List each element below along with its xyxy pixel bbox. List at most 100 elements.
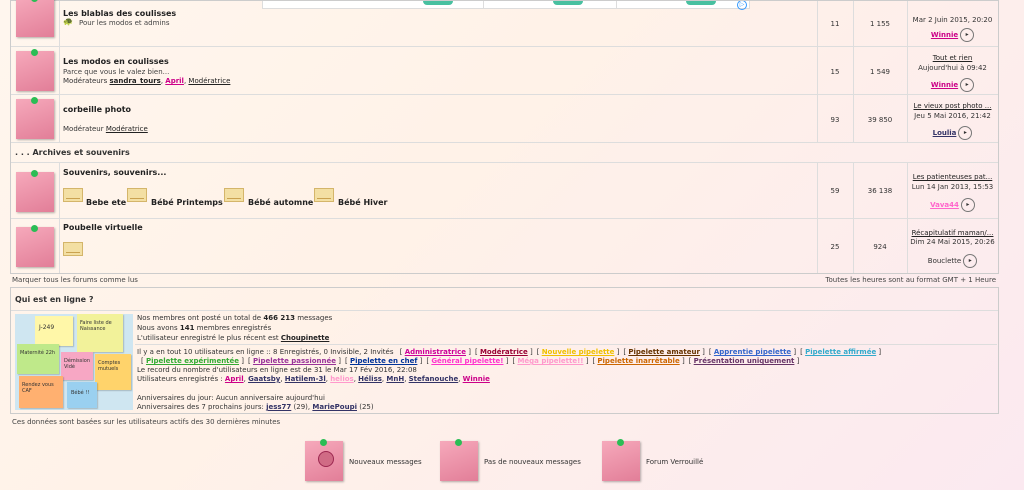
post-count: 1 549 bbox=[869, 68, 891, 76]
go-to-last-post-icon[interactable]: ▸ bbox=[960, 198, 975, 212]
locked-forum-icon bbox=[602, 439, 640, 481]
group-legend-item[interactable]: [ Pipelette passionnée ] bbox=[248, 357, 341, 365]
topic-count: 93 bbox=[830, 116, 840, 124]
subforum-link[interactable]: Bébé automne bbox=[248, 198, 313, 207]
last-post-topic[interactable]: Les patienteuses pat... bbox=[913, 173, 993, 181]
forum-title[interactable]: Souvenirs, souvenirs... bbox=[63, 168, 166, 177]
moderator-link[interactable]: sandra_tours bbox=[110, 77, 161, 85]
forum-status-icon bbox=[16, 97, 54, 139]
subforum-link[interactable]: Bébé Hiver bbox=[338, 198, 387, 207]
group-legend-item[interactable]: [ Pipelette expérimentée ] bbox=[141, 357, 244, 365]
forum-row: Les blablas des coulisses 🐢 Pour les mod… bbox=[11, 0, 998, 47]
who-is-online-panel: Qui est en ligne ? J-249 Faire liste de … bbox=[10, 287, 999, 414]
registered-users: Utilisateurs enregistrés : April, Gaatsb… bbox=[137, 375, 490, 383]
go-to-last-post-icon[interactable]: ▸ bbox=[963, 254, 978, 268]
online-user-link[interactable]: Winnie bbox=[463, 375, 490, 383]
last-post-topic[interactable]: Tout et rien bbox=[933, 54, 973, 62]
moderator-link[interactable]: April bbox=[165, 77, 184, 85]
subforum-link[interactable]: Bebe ete bbox=[86, 198, 126, 207]
last-post-date: Jeu 5 Mai 2016, 21:42 bbox=[914, 112, 991, 120]
group-legend-item[interactable]: [ Pipelette inarrêtable ] bbox=[592, 357, 684, 365]
go-to-last-post-icon[interactable]: ▸ bbox=[960, 28, 975, 42]
last-post-date: Lun 14 Jan 2013, 15:53 bbox=[911, 183, 994, 191]
group-legend-item[interactable]: [ Apprentie pipelette ] bbox=[709, 348, 796, 356]
group-legend-item[interactable]: [ Pipelette en chef ] bbox=[345, 357, 422, 365]
online-user-link[interactable]: Gaatsby bbox=[248, 375, 280, 383]
last-post-user[interactable]: Loulia bbox=[933, 129, 957, 137]
timezone-note: Toutes les heures sont au format GMT + 1… bbox=[825, 276, 996, 284]
online-user-link[interactable]: April bbox=[225, 375, 244, 383]
stats-total-posts: Nos membres ont posté un total de 466 21… bbox=[137, 314, 333, 322]
birthday-today: Anniversaires du jour: Aucun anniversair… bbox=[137, 394, 325, 402]
subforum-envelope-icon bbox=[224, 188, 244, 202]
post-count: 924 bbox=[873, 243, 887, 251]
legend-locked-forum: Forum Verrouillé bbox=[646, 458, 704, 466]
last-post-user[interactable]: Bouclette bbox=[928, 257, 961, 265]
forum-row: corbeille photo Modérateur Modératrice 9… bbox=[11, 95, 998, 143]
online-user-link[interactable]: Héliss bbox=[358, 375, 382, 383]
last-post-date: Aujourd'hui à 09:42 bbox=[918, 64, 987, 72]
subforum-envelope-icon bbox=[314, 188, 334, 202]
turtle-icon: 🐢 bbox=[63, 17, 73, 26]
forum-title[interactable]: Les blablas des coulisses bbox=[63, 9, 176, 18]
post-count: 36 138 bbox=[867, 187, 893, 195]
forum-title[interactable]: Poubelle virtuelle bbox=[63, 223, 143, 232]
last-post-date: Mar 2 Juin 2015, 20:20 bbox=[912, 16, 993, 24]
forum-table: Les blablas des coulisses 🐢 Pour les mod… bbox=[10, 0, 999, 274]
group-legend-item[interactable]: [ Pipelette amateur ] bbox=[623, 348, 705, 356]
group-legend-item[interactable]: [ Général pipelette! ] bbox=[426, 357, 508, 365]
last-post-topic[interactable]: Le vieux post photo ... bbox=[914, 102, 992, 110]
subforum-envelope-icon bbox=[127, 188, 147, 202]
online-user-link[interactable]: Stefanouche bbox=[409, 375, 459, 383]
category-title[interactable]: . . . Archives et souvenirs bbox=[15, 148, 130, 157]
forum-title[interactable]: Les modos en coulisses bbox=[63, 57, 169, 66]
forum-row: Souvenirs, souvenirs... Bebe ete Bébé Pr… bbox=[11, 162, 998, 219]
go-to-last-post-icon[interactable]: ▸ bbox=[960, 78, 975, 92]
forum-status-icon bbox=[16, 0, 54, 37]
topic-count: 25 bbox=[830, 243, 840, 251]
topic-count: 59 bbox=[830, 187, 840, 195]
group-legend-item[interactable]: [ Présentation uniquement ] bbox=[689, 357, 800, 365]
group-legend-item[interactable]: [ Administratrice ] bbox=[400, 348, 471, 356]
moderator-link[interactable]: Modératrice bbox=[106, 125, 148, 133]
moderators: Modérateur Modératrice bbox=[63, 125, 148, 133]
forum-description: Parce que vous le valez bien... bbox=[63, 68, 170, 76]
forum-title[interactable]: corbeille photo bbox=[63, 105, 131, 114]
subforum-link[interactable]: Bébé Printemps bbox=[151, 198, 223, 207]
birthday-next: Anniversaires des 7 prochains jours: jes… bbox=[137, 403, 374, 411]
forum-row: Les modos en coulisses Parce que vous le… bbox=[11, 47, 998, 95]
mark-all-read-link[interactable]: Marquer tous les forums comme lus bbox=[12, 276, 138, 284]
newest-member-link[interactable]: Choupinette bbox=[281, 334, 330, 342]
group-legend-item[interactable]: [ Nouvelle pipelette ] bbox=[537, 348, 620, 356]
who-is-online-image: J-249 Faire liste de Naissance Maternité… bbox=[15, 314, 133, 410]
online-user-link[interactable]: helios bbox=[330, 375, 354, 383]
subforum-envelope-icon bbox=[63, 188, 83, 202]
group-legend-item[interactable]: [ Pipelette affirmée ] bbox=[800, 348, 881, 356]
last-post-user[interactable]: Winnie bbox=[931, 81, 958, 89]
forum-status-icon bbox=[16, 49, 54, 91]
birthday-user-link[interactable]: MariePoupi bbox=[312, 403, 357, 411]
birthday-user-link[interactable]: jess77 bbox=[266, 403, 291, 411]
online-record: Le record du nombre d'utilisateurs en li… bbox=[137, 366, 417, 374]
forum-row: Poubelle virtuelle 25 924 Récapitulatif … bbox=[11, 219, 998, 273]
online-user-link[interactable]: Hatilem-3l bbox=[285, 375, 326, 383]
category-row: . . . Archives et souvenirs bbox=[11, 143, 998, 163]
stats-newest-member: L'utilisateur enregistré le plus récent … bbox=[137, 334, 330, 342]
last-post-user[interactable]: Vava44 bbox=[930, 201, 959, 209]
new-posts-icon bbox=[305, 439, 343, 481]
forum-status-icon bbox=[16, 170, 54, 212]
moderator-link[interactable]: Modératrice bbox=[188, 77, 230, 85]
go-to-last-post-icon[interactable]: ▸ bbox=[958, 126, 973, 140]
group-legend-item[interactable]: [ Modératrice ] bbox=[475, 348, 533, 356]
topic-count: 11 bbox=[830, 20, 840, 28]
last-post-date: Dim 24 Mai 2015, 20:26 bbox=[910, 238, 995, 246]
active-users-note: Ces données sont basées sur les utilisat… bbox=[12, 418, 281, 426]
no-new-posts-icon bbox=[440, 439, 478, 481]
last-post-user[interactable]: Winnie bbox=[931, 31, 958, 39]
online-user-link[interactable]: MnH bbox=[386, 375, 404, 383]
post-count: 1 155 bbox=[869, 20, 891, 28]
group-legend-item[interactable]: [ Méga pipelette!! ] bbox=[512, 357, 588, 365]
moderators: Modérateurs sandra_tours, April, Modérat… bbox=[63, 77, 231, 85]
last-post-topic[interactable]: Récapitulatif maman/... bbox=[912, 229, 994, 237]
post-count: 39 850 bbox=[867, 116, 893, 124]
